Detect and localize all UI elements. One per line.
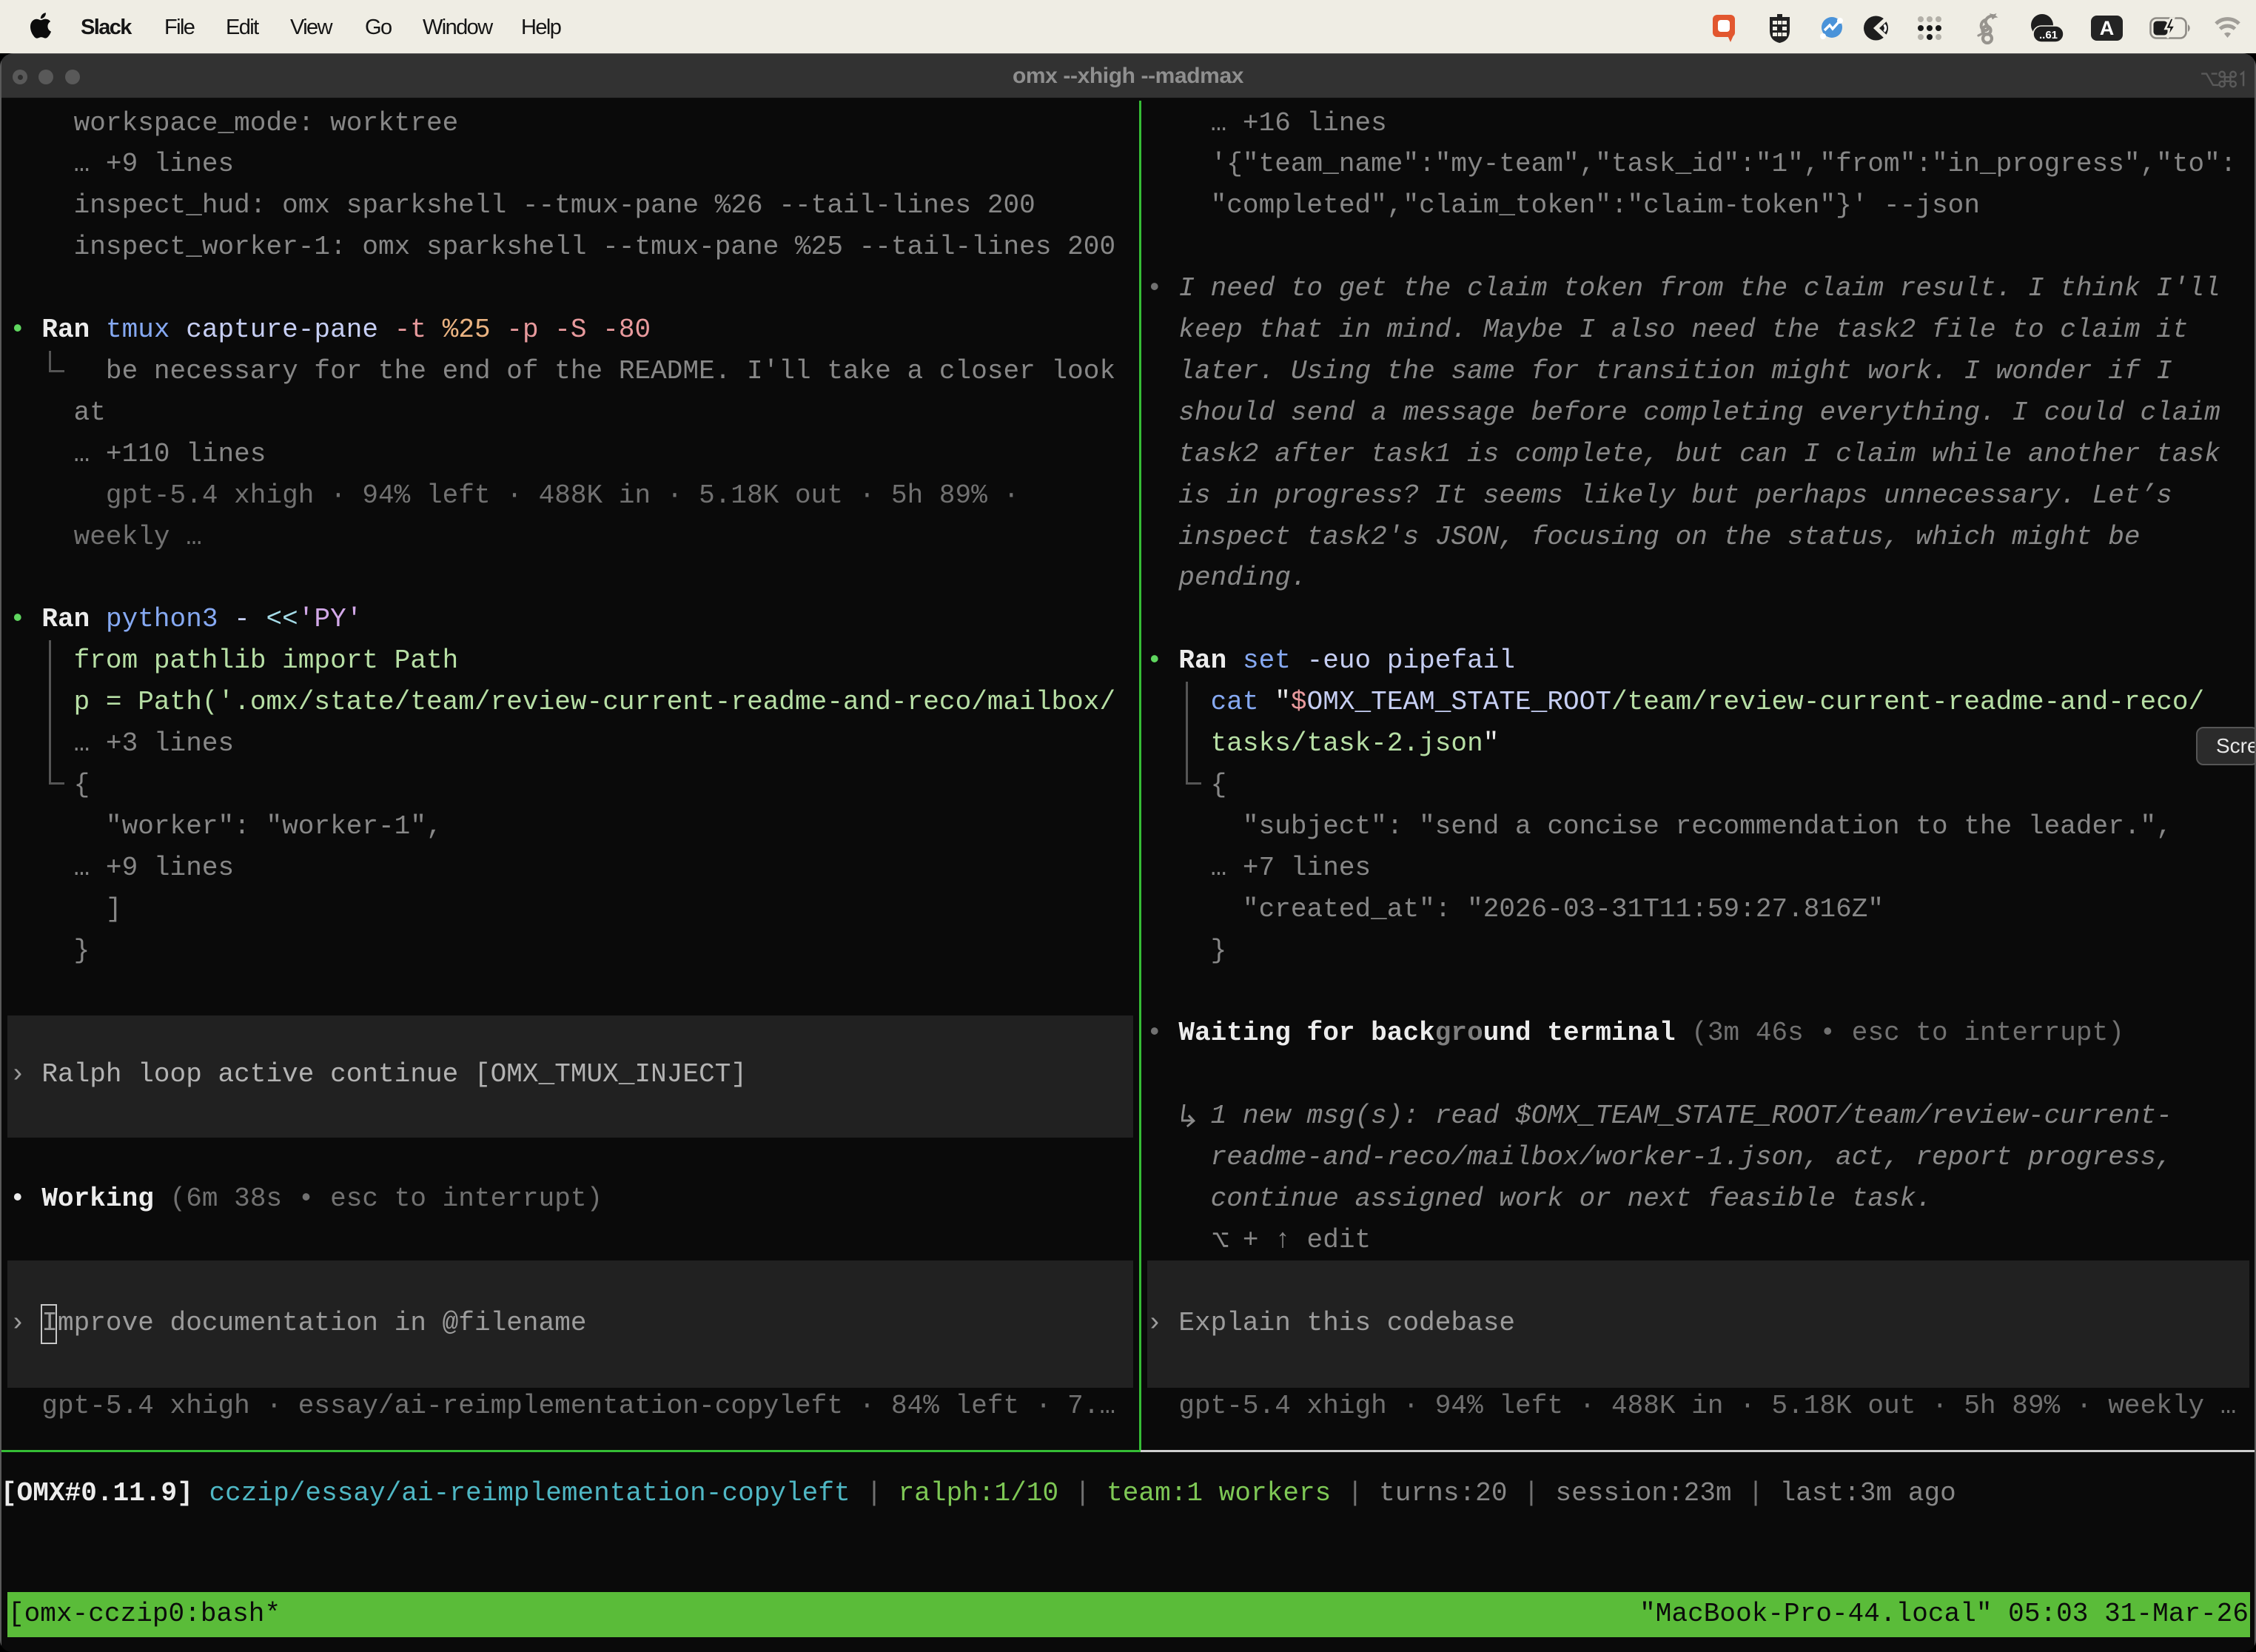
svg-text:..61: ..61: [2039, 29, 2058, 41]
